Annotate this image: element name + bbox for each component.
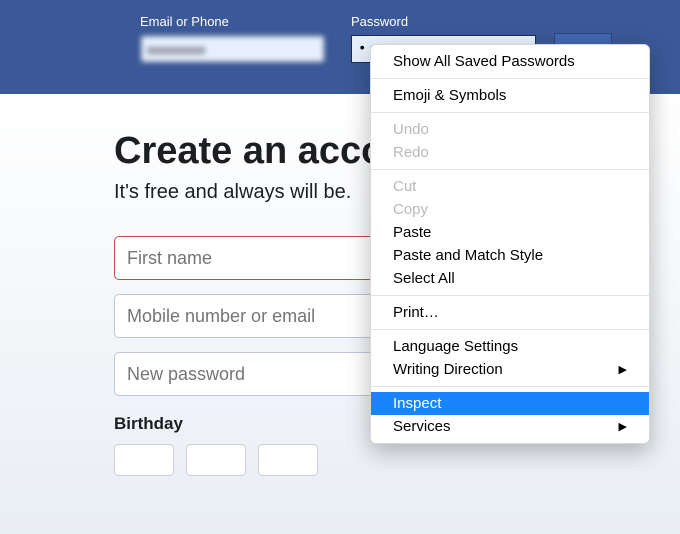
menu-item: Redo <box>371 141 649 164</box>
menu-item: Undo <box>371 118 649 141</box>
menu-item[interactable]: Writing Direction ▶ <box>371 358 649 381</box>
menu-item-label: Print… <box>393 304 439 321</box>
password-label: Password <box>351 14 536 29</box>
menu-item[interactable]: Services ▶ <box>371 415 649 438</box>
context-menu[interactable]: Show All Saved Passwords Emoji & Symbols U… <box>370 44 650 444</box>
menu-item-label: Show All Saved Passwords <box>393 53 575 70</box>
menu-item-label: Services <box>393 418 451 435</box>
menu-separator <box>371 169 649 170</box>
menu-item-label: Copy <box>393 201 428 218</box>
menu-item-label: Inspect <box>393 395 441 412</box>
menu-item[interactable]: Paste and Match Style <box>371 244 649 267</box>
menu-separator <box>371 295 649 296</box>
birthday-year-select[interactable] <box>258 444 318 476</box>
menu-item-label: Redo <box>393 144 429 161</box>
email-login-col: Email or Phone <box>140 14 325 94</box>
menu-item: Cut <box>371 175 649 198</box>
menu-item[interactable]: Print… <box>371 301 649 324</box>
birthday-month-select[interactable] <box>114 444 174 476</box>
email-input[interactable] <box>140 35 325 63</box>
menu-item[interactable]: Language Settings <box>371 335 649 358</box>
menu-separator <box>371 112 649 113</box>
birthday-selects <box>114 444 680 476</box>
menu-item[interactable]: Show All Saved Passwords <box>371 50 649 73</box>
birthday-day-select[interactable] <box>186 444 246 476</box>
menu-item-label: Cut <box>393 178 416 195</box>
menu-item-label: Undo <box>393 121 429 138</box>
menu-item-label: Writing Direction <box>393 361 503 378</box>
menu-item-label: Emoji & Symbols <box>393 87 506 104</box>
menu-item-label: Paste <box>393 224 431 241</box>
menu-item-label: Paste and Match Style <box>393 247 543 264</box>
menu-item-label: Select All <box>393 270 455 287</box>
menu-item[interactable]: Inspect <box>371 392 649 415</box>
menu-item[interactable]: Emoji & Symbols <box>371 84 649 107</box>
chevron-right-icon: ▶ <box>619 363 627 376</box>
menu-item[interactable]: Select All <box>371 267 649 290</box>
email-label: Email or Phone <box>140 14 325 29</box>
menu-item: Copy <box>371 198 649 221</box>
menu-item-label: Language Settings <box>393 338 518 355</box>
menu-separator <box>371 78 649 79</box>
menu-item[interactable]: Paste <box>371 221 649 244</box>
chevron-right-icon: ▶ <box>619 420 627 433</box>
menu-separator <box>371 329 649 330</box>
menu-separator <box>371 386 649 387</box>
